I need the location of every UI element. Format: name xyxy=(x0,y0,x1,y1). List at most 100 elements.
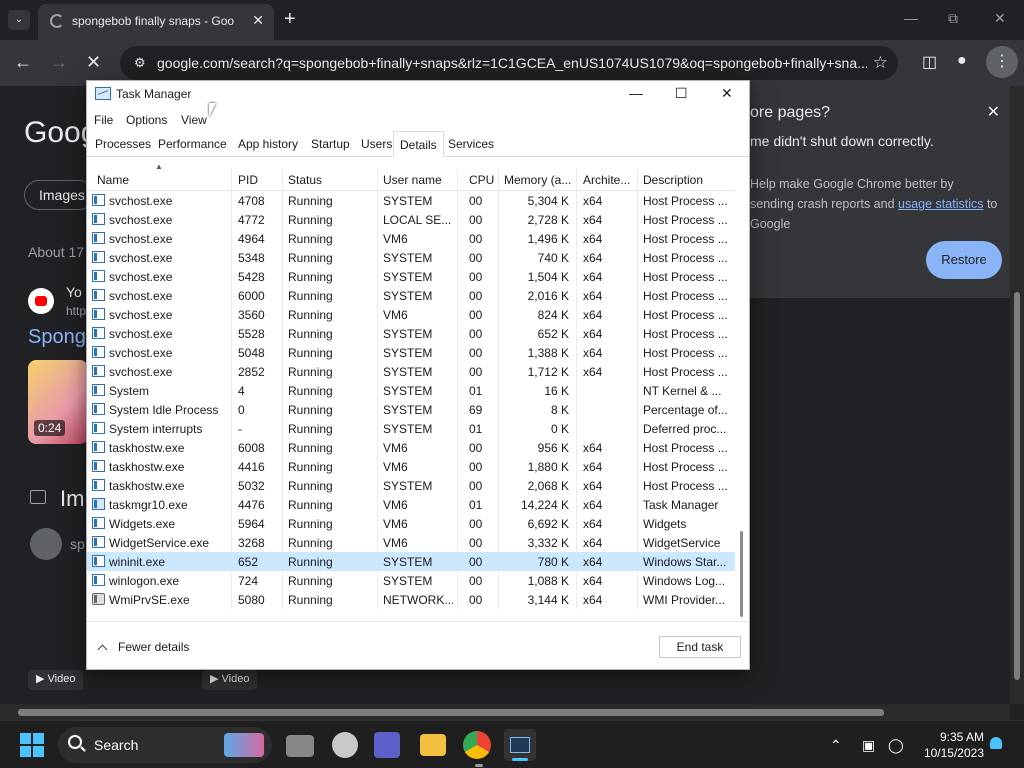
task-view-icon[interactable] xyxy=(286,735,314,757)
bookmark-star-icon[interactable]: ☆ xyxy=(873,53,888,73)
fewer-details-button[interactable]: Fewer details xyxy=(97,640,189,655)
tab-details[interactable]: Details xyxy=(393,131,444,157)
tab-processes[interactable]: Processes xyxy=(89,131,157,157)
end-task-button[interactable]: End task xyxy=(659,636,741,658)
scroll-thumb[interactable] xyxy=(1014,292,1020,680)
column-header-cpu[interactable]: CPU xyxy=(469,173,495,187)
table-row[interactable]: svchost.exe 4708 Running SYSTEM 00 5,304 K x64… xyxy=(87,191,735,210)
table-row[interactable]: System 4 Running SYSTEM 01 16 K NT Kernel & ..… xyxy=(87,381,735,400)
minimize-icon[interactable]: — xyxy=(629,85,643,101)
table-row[interactable]: taskhostw.exe 5032 Running SYSTEM 00 2,068 K x… xyxy=(87,476,735,495)
column-header-description[interactable]: Description xyxy=(643,173,731,187)
cell-pid: 5528 xyxy=(238,327,265,341)
table-row[interactable]: winlogon.exe 724 Running SYSTEM 00 1,088 K x64… xyxy=(87,571,735,590)
table-row[interactable]: taskhostw.exe 4416 Running VM6 00 1,880 K x64 H… xyxy=(87,457,735,476)
table-row[interactable]: Widgets.exe 5964 Running VM6 00 6,692 K x64 Wid… xyxy=(87,514,735,533)
tab-close-icon[interactable]: ✕ xyxy=(252,12,264,29)
forward-icon[interactable]: → xyxy=(50,52,68,73)
tab-app-history[interactable]: App history xyxy=(232,131,304,157)
table-row[interactable]: svchost.exe 6000 Running SYSTEM 00 2,016 K x64… xyxy=(87,286,735,305)
column-header-memory[interactable]: Memory (a... xyxy=(504,173,576,187)
page-vertical-scrollbar[interactable] xyxy=(1010,86,1024,704)
site-info-icon[interactable]: ⚙ xyxy=(134,55,146,71)
tab-services[interactable]: Services xyxy=(442,131,500,157)
restore-window-icon[interactable]: ⧉ xyxy=(948,10,958,27)
process-icon xyxy=(92,593,105,605)
table-row[interactable]: svchost.exe 4964 Running VM6 00 1,496 K x64 Hos… xyxy=(87,229,735,248)
menu-file[interactable]: File xyxy=(94,113,113,127)
table-row[interactable]: svchost.exe 5528 Running SYSTEM 00 652 K x64 Ho… xyxy=(87,324,735,343)
cell-name: svchost.exe xyxy=(109,346,173,360)
process-icon xyxy=(92,270,105,282)
chrome-menu-icon[interactable]: ⋮ xyxy=(986,46,1018,78)
cell-user: NETWORK... xyxy=(383,593,453,607)
file-explorer-icon[interactable] xyxy=(420,734,446,756)
page-horizontal-scrollbar[interactable] xyxy=(0,704,1010,720)
cell-name: svchost.exe xyxy=(109,251,173,265)
clock-date: 10/15/2023 xyxy=(923,746,984,760)
chrome-icon[interactable] xyxy=(463,731,491,767)
scroll-thumb[interactable] xyxy=(740,531,743,617)
taskbar-search[interactable]: Search xyxy=(58,727,272,763)
table-row[interactable]: WidgetService.exe 3268 Running VM6 00 3,332 K… xyxy=(87,533,735,552)
volume-icon[interactable]: ◯ xyxy=(888,737,904,754)
column-header-user[interactable]: User name xyxy=(383,173,458,187)
menu-view[interactable]: View xyxy=(181,113,207,127)
table-row[interactable]: System Idle Process 0 Running SYSTEM 69 8 K Pe… xyxy=(87,400,735,419)
cell-status: Running xyxy=(288,365,333,379)
scroll-thumb[interactable] xyxy=(18,709,884,716)
table-row[interactable]: svchost.exe 5048 Running SYSTEM 00 1,388 K x64… xyxy=(87,343,735,362)
tab-startup[interactable]: Startup xyxy=(305,131,356,157)
tab-performance[interactable]: Performance xyxy=(152,131,233,157)
browser-tab[interactable]: spongebob finally snaps - Goo ✕ xyxy=(38,4,274,40)
cell-status: Running xyxy=(288,346,333,360)
table-row[interactable]: svchost.exe 2852 Running SYSTEM 00 1,712 K x64… xyxy=(87,362,735,381)
notification-bell-icon[interactable] xyxy=(990,737,1002,749)
table-row[interactable]: svchost.exe 4772 Running LOCAL SE... 00 2,728… xyxy=(87,210,735,229)
menu-options[interactable]: Options xyxy=(126,113,167,127)
cell-cpu: 00 xyxy=(469,365,483,379)
back-icon[interactable]: ← xyxy=(14,52,32,73)
usage-statistics-link[interactable]: usage statistics xyxy=(898,197,983,211)
task-manager-titlebar[interactable]: Task Manager — ☐ ✕ xyxy=(87,81,749,109)
images-chip[interactable]: Images xyxy=(24,180,94,210)
table-row[interactable]: System interrupts - Running SYSTEM 01 0 K Defe… xyxy=(87,419,735,438)
table-row[interactable]: svchost.exe 5348 Running SYSTEM 00 740 K x64 Ho… xyxy=(87,248,735,267)
network-icon[interactable]: ▣ xyxy=(862,737,875,754)
close-icon[interactable]: ✕ xyxy=(721,85,733,102)
taskbar-clock[interactable]: 9:35 AM 10/15/2023 xyxy=(918,729,984,761)
column-header-status[interactable]: Status xyxy=(288,173,373,187)
minimize-icon[interactable]: — xyxy=(904,10,918,26)
restore-message: me didn't shut down correctly. xyxy=(750,133,934,149)
profile-icon[interactable]: ● xyxy=(957,52,967,70)
close-window-icon[interactable]: ✕ xyxy=(994,10,1006,27)
chevron-up-icon[interactable]: ⌃ xyxy=(830,737,842,754)
restore-button[interactable]: Restore xyxy=(926,241,1002,279)
close-popup-icon[interactable]: ✕ xyxy=(987,102,1000,122)
stop-icon[interactable]: ✕ xyxy=(86,52,101,73)
tab-search-icon[interactable]: ⌄ xyxy=(8,10,30,30)
side-panel-icon[interactable]: ◫ xyxy=(922,52,937,72)
table-row[interactable]: taskhostw.exe 6008 Running VM6 00 956 K x64 Hos… xyxy=(87,438,735,457)
column-header-name[interactable]: Name xyxy=(97,173,227,187)
table-row[interactable]: wininit.exe 652 Running SYSTEM 00 780 K x64 Win… xyxy=(87,552,735,571)
table-row[interactable]: taskmgr10.exe 4476 Running VM6 01 14,224 K x64… xyxy=(87,495,735,514)
widgets-icon[interactable] xyxy=(332,732,358,758)
tab-users[interactable]: Users xyxy=(355,131,398,157)
table-row[interactable]: svchost.exe 5428 Running SYSTEM 00 1,504 K x64… xyxy=(87,267,735,286)
new-tab-icon[interactable]: + xyxy=(284,8,296,30)
table-row[interactable]: svchost.exe 3560 Running VM6 00 824 K x64 Host … xyxy=(87,305,735,324)
address-bar[interactable]: ⚙ google.com/search?q=spongebob+finally+… xyxy=(120,46,898,80)
suggestion-text[interactable]: sp xyxy=(70,536,85,552)
table-row[interactable]: WmiPrvSE.exe 5080 Running NETWORK... 00 3,144… xyxy=(87,590,735,609)
maximize-icon[interactable]: ☐ xyxy=(675,85,688,102)
crash-report-checkbox-label[interactable]: Help make Google Chrome better by sendin… xyxy=(750,174,1000,234)
teams-icon[interactable] xyxy=(374,732,400,758)
column-header-architecture[interactable]: Archite... xyxy=(583,173,633,187)
task-manager-taskbar-icon[interactable] xyxy=(504,729,536,761)
table-scrollbar[interactable] xyxy=(737,191,747,623)
column-header-pid[interactable]: PID xyxy=(238,173,278,187)
result-title-link[interactable]: Spong xyxy=(28,326,86,349)
address-url[interactable]: google.com/search?q=spongebob+finally+sn… xyxy=(157,55,867,71)
start-icon[interactable] xyxy=(20,733,44,757)
